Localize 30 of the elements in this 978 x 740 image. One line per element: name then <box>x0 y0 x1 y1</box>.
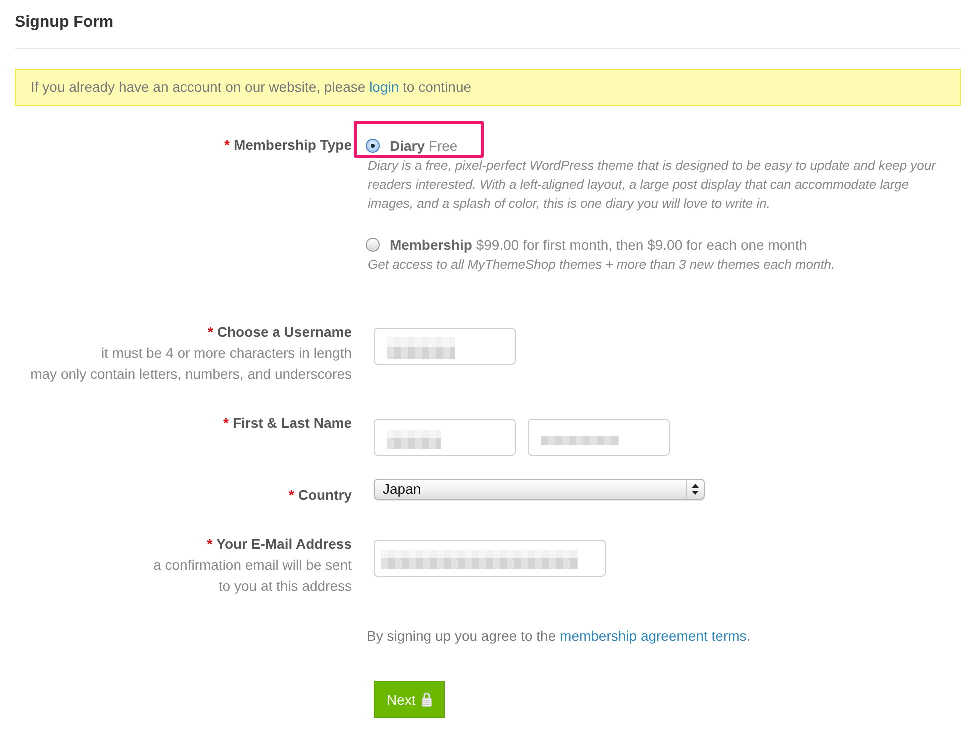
option-label[interactable]: Membership $99.00 for first month, then $9.00 for each one month <box>390 235 808 255</box>
required-mark: * <box>207 536 213 552</box>
field-label: Choose a Username <box>217 324 352 340</box>
text-field[interactable] <box>374 540 606 577</box>
login-link[interactable]: login <box>370 79 400 95</box>
radio-button[interactable] <box>366 238 380 252</box>
field-hint: may only contain letters, numbers, and underscores <box>30 365 352 384</box>
required-mark: * <box>288 487 294 503</box>
field-label: Country <box>298 487 352 503</box>
padlock-icon <box>422 692 432 707</box>
field-label: First & Last Name <box>232 415 352 431</box>
agreement-text: By signing up you agree to the membership agreement terms. <box>367 627 752 645</box>
field-label: Your E-Mail Address <box>216 536 352 552</box>
text-field[interactable] <box>374 328 516 365</box>
required-mark: * <box>224 137 230 153</box>
required-mark: * <box>224 415 229 431</box>
option-description: Diary is a free, pixel-perfect WordPress theme that is designed to be easy to update and keep your readers interested. With a left-aligned layout, a large post display that can accommodate large images, and a splash of color, this is one diary you will love to write in. <box>367 157 938 213</box>
page-title: Signup Form <box>15 13 114 33</box>
country-select[interactable]: Japan <box>374 479 705 500</box>
text-field[interactable] <box>374 419 516 456</box>
text-field[interactable] <box>528 419 670 456</box>
login-notice: If you already have an account on our website, please login to continue <box>31 78 472 96</box>
option-label[interactable]: Diary Free <box>390 136 458 156</box>
option-description: Get access to all MyThemeShop themes + more than 3 new themes each month. <box>367 256 836 274</box>
agreement-link[interactable]: membership agreement terms <box>560 628 747 644</box>
field-hint: a confirmation email will be sent to you at this address <box>152 556 352 596</box>
required-mark: * <box>208 324 214 340</box>
field-label: Membership Type <box>234 137 352 153</box>
field-hint: it must be 4 or more characters in length <box>100 344 352 363</box>
radio-button[interactable] <box>366 139 380 153</box>
